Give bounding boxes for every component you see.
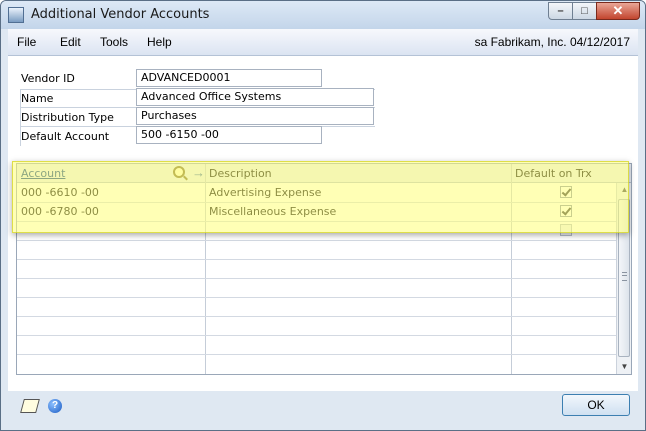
- vendor-id-field[interactable]: ADVANCED0001: [136, 69, 322, 87]
- table-row: [17, 297, 617, 317]
- help-icon[interactable]: ?: [48, 399, 62, 413]
- accounts-grid: Account → Description Default on Trx 000…: [16, 163, 632, 375]
- table-row[interactable]: 000 -6610 -00 Advertising Expense: [17, 183, 617, 203]
- form-panel: Vendor ID ADVANCED0001 Name Advanced Off…: [8, 56, 638, 416]
- default-account-field: 500 -6150 -00: [136, 126, 322, 144]
- vendor-id-label: Vendor ID: [21, 72, 75, 85]
- table-row[interactable]: [17, 221, 617, 241]
- grid-header: Account → Description Default on Trx: [17, 164, 631, 183]
- grip-icon: [622, 272, 627, 281]
- table-row: [17, 316, 617, 336]
- minimize-icon: –: [557, 5, 564, 17]
- default-on-trx-checkbox[interactable]: [560, 186, 572, 198]
- expand-arrow-icon[interactable]: →: [192, 165, 205, 180]
- close-button[interactable]: ✕: [596, 2, 640, 20]
- table-row: [17, 240, 617, 260]
- description-column-header: Description: [209, 167, 272, 180]
- lookup-icon[interactable]: [173, 166, 185, 178]
- menu-bar: File Edit Tools Help sa Fabrikam, Inc. 0…: [8, 29, 638, 56]
- menu-edit[interactable]: Edit: [60, 35, 81, 49]
- default-on-trx-column-header: Default on Trx: [515, 167, 592, 180]
- user-company-date: sa Fabrikam, Inc. 04/12/2017: [474, 35, 630, 49]
- table-row: [17, 278, 617, 298]
- scroll-down-arrow-icon[interactable]: ▼: [617, 360, 631, 374]
- grid-scrollbar[interactable]: ▲ ▼: [616, 183, 631, 374]
- table-row: [17, 335, 617, 355]
- table-row: [17, 259, 617, 279]
- distribution-type-label: Distribution Type: [21, 111, 114, 124]
- menu-help[interactable]: Help: [147, 35, 172, 49]
- close-icon: ✕: [612, 3, 624, 18]
- maximize-icon: □: [581, 5, 588, 17]
- description-cell: Advertising Expense: [209, 186, 322, 199]
- app-icon: [8, 7, 24, 23]
- ok-button[interactable]: OK: [562, 394, 630, 416]
- distribution-type-field: Purchases: [136, 107, 374, 125]
- dialog-window: Additional Vendor Accounts – □ ✕ File Ed…: [0, 0, 646, 431]
- account-cell[interactable]: 000 -6610 -00: [21, 186, 99, 199]
- name-label: Name: [21, 92, 54, 105]
- scroll-thumb[interactable]: [618, 199, 630, 357]
- scroll-up-arrow-icon[interactable]: ▲: [617, 183, 631, 197]
- description-cell: Miscellaneous Expense: [209, 205, 337, 218]
- note-icon[interactable]: [20, 399, 40, 413]
- account-column-header[interactable]: Account: [21, 167, 65, 180]
- default-account-label: Default Account: [21, 130, 110, 143]
- table-row[interactable]: 000 -6780 -00 Miscellaneous Expense: [17, 202, 617, 222]
- default-on-trx-checkbox[interactable]: [560, 205, 572, 217]
- window-title: Additional Vendor Accounts: [31, 7, 210, 22]
- account-cell[interactable]: 000 -6780 -00: [21, 205, 99, 218]
- default-on-trx-checkbox[interactable]: [560, 224, 572, 236]
- title-bar[interactable]: Additional Vendor Accounts – □ ✕: [1, 1, 645, 29]
- minimize-button[interactable]: –: [548, 2, 573, 20]
- button-bar: ? OK: [8, 391, 638, 423]
- menu-file[interactable]: File: [17, 35, 36, 49]
- name-field: Advanced Office Systems: [136, 88, 374, 106]
- maximize-button[interactable]: □: [572, 2, 597, 20]
- menu-tools[interactable]: Tools: [100, 35, 128, 49]
